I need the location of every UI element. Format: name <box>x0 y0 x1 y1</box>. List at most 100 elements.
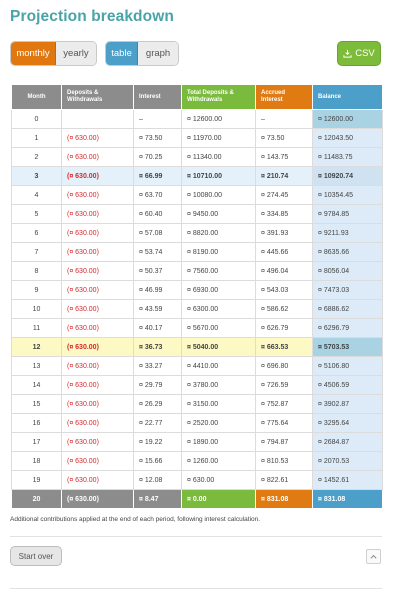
cell-accrued-interest: ¤ 73.50 <box>255 128 313 148</box>
chevron-up-icon <box>370 554 377 559</box>
cell-interest: ¤ 33.27 <box>133 356 182 376</box>
cell-month: 6 <box>11 223 62 243</box>
cell-deposits: (¤ 630.00) <box>61 166 134 186</box>
graph-option[interactable]: graph <box>138 42 178 65</box>
cell-deposits: (¤ 630.00) <box>61 375 134 395</box>
scroll-to-top-button[interactable] <box>366 549 381 564</box>
table-row: 4 (¤ 630.00) ¤ 63.70 ¤ 10080.00 ¤ 274.45 ¤ 10… <box>11 185 383 205</box>
monthly-option[interactable]: monthly <box>11 42 56 65</box>
cell-deposits: (¤ 630.00) <box>61 280 134 300</box>
cell-month: 19 <box>11 470 62 490</box>
cell-balance: ¤ 2070.53 <box>312 451 383 471</box>
cell-deposits: (¤ 630.00) <box>61 242 134 262</box>
cell-accrued-interest: ¤ 696.80 <box>255 356 313 376</box>
cell-balance: ¤ 4506.59 <box>312 375 383 395</box>
cell-accrued-interest: ¤ 210.74 <box>255 166 313 186</box>
cell-deposits: (¤ 630.00) <box>61 185 134 205</box>
header-total-deposits: Total Deposits & Withdrawals <box>181 84 256 110</box>
cell-month: 3 <box>11 166 62 186</box>
cell-accrued-interest: ¤ 663.53 <box>255 337 313 357</box>
cell-total-deposits: ¤ 9450.00 <box>181 204 256 224</box>
cell-month: 0 <box>11 109 62 129</box>
cell-interest: ¤ 36.73 <box>133 337 182 357</box>
cell-month: 14 <box>11 375 62 395</box>
cell-deposits: (¤ 630.00) <box>61 394 134 414</box>
cell-total-deposits: ¤ 630.00 <box>181 470 256 490</box>
table-row: 3 (¤ 630.00) ¤ 66.99 ¤ 10710.00 ¤ 210.74 ¤ 10… <box>11 166 383 186</box>
cell-month: 9 <box>11 280 62 300</box>
cell-balance: ¤ 8056.04 <box>312 261 383 281</box>
cell-balance: ¤ 12600.00 <box>312 109 383 129</box>
cell-balance: ¤ 1452.61 <box>312 470 383 490</box>
table-row: 12 (¤ 630.00) ¤ 36.73 ¤ 5040.00 ¤ 663.53 ¤ 57… <box>11 337 383 357</box>
cell-total-deposits: ¤ 1890.00 <box>181 432 256 452</box>
cell-interest: – <box>133 109 182 129</box>
page-title: Projection breakdown <box>10 8 174 25</box>
total-cell-accrued-interest: ¤ 831.08 <box>255 489 313 509</box>
cell-accrued-interest: ¤ 274.45 <box>255 185 313 205</box>
cell-total-deposits: ¤ 1260.00 <box>181 451 256 471</box>
table-row: 0– ¤ 12600.00– ¤ 12600.00 <box>11 109 383 129</box>
cell-total-deposits: ¤ 10710.00 <box>181 166 256 186</box>
cell-month: 11 <box>11 318 62 338</box>
cell-month: 2 <box>11 147 62 167</box>
cell-interest: ¤ 70.25 <box>133 147 182 167</box>
cell-deposits: (¤ 630.00) <box>61 413 134 433</box>
download-icon <box>343 49 352 58</box>
divider <box>10 536 382 537</box>
cell-balance: ¤ 8635.66 <box>312 242 383 262</box>
cell-accrued-interest: ¤ 391.93 <box>255 223 313 243</box>
cell-total-deposits: ¤ 8190.00 <box>181 242 256 262</box>
cell-deposits: (¤ 630.00) <box>61 470 134 490</box>
table-row: 16 (¤ 630.00) ¤ 22.77 ¤ 2520.00 ¤ 775.64 ¤ 32… <box>11 413 383 433</box>
cell-total-deposits: ¤ 8820.00 <box>181 223 256 243</box>
cell-accrued-interest: ¤ 496.04 <box>255 261 313 281</box>
cell-accrued-interest: ¤ 810.53 <box>255 451 313 471</box>
cell-interest: ¤ 60.40 <box>133 204 182 224</box>
cell-interest: ¤ 46.99 <box>133 280 182 300</box>
cell-deposits: (¤ 630.00) <box>61 204 134 224</box>
start-over-button[interactable]: Start over <box>10 546 62 566</box>
cell-deposits <box>61 109 134 129</box>
cell-month: 13 <box>11 356 62 376</box>
cell-accrued-interest: ¤ 794.87 <box>255 432 313 452</box>
cell-deposits: (¤ 630.00) <box>61 432 134 452</box>
cell-total-deposits: ¤ 11340.00 <box>181 147 256 167</box>
cell-accrued-interest: ¤ 543.03 <box>255 280 313 300</box>
cell-total-deposits: ¤ 5040.00 <box>181 337 256 357</box>
cell-accrued-interest: ¤ 726.59 <box>255 375 313 395</box>
cell-total-deposits: ¤ 4410.00 <box>181 356 256 376</box>
cell-month: 5 <box>11 204 62 224</box>
cell-balance: ¤ 12043.50 <box>312 128 383 148</box>
table-row: 6 (¤ 630.00) ¤ 57.08 ¤ 8820.00 ¤ 391.93 ¤ 921… <box>11 223 383 243</box>
cell-deposits: (¤ 630.00) <box>61 128 134 148</box>
table-row: 7 (¤ 630.00) ¤ 53.74 ¤ 8190.00 ¤ 445.66 ¤ 863… <box>11 242 383 262</box>
cell-balance: ¤ 10354.45 <box>312 185 383 205</box>
table-header-row: Month Deposits & Withdrawals Interest To… <box>11 84 383 110</box>
cell-deposits: (¤ 630.00) <box>61 147 134 167</box>
table-row: 11 (¤ 630.00) ¤ 40.17 ¤ 5670.00 ¤ 626.79 ¤ 62… <box>11 318 383 338</box>
projection-table: Month Deposits & Withdrawals Interest To… <box>11 84 383 509</box>
csv-download-button[interactable]: CSV <box>337 41 381 66</box>
cell-accrued-interest: ¤ 334.85 <box>255 204 313 224</box>
cell-balance: ¤ 11483.75 <box>312 147 383 167</box>
table-option[interactable]: table <box>106 42 139 65</box>
total-cell-balance: ¤ 831.08 <box>312 489 383 509</box>
cell-accrued-interest: ¤ 752.87 <box>255 394 313 414</box>
cell-accrued-interest: ¤ 586.62 <box>255 299 313 319</box>
view-toggle: table graph <box>105 41 179 66</box>
yearly-option[interactable]: yearly <box>55 42 96 65</box>
cell-month: 10 <box>11 299 62 319</box>
header-deposits: Deposits & Withdrawals <box>61 84 134 110</box>
cell-deposits: (¤ 630.00) <box>61 356 134 376</box>
header-accrued-interest: Accrued Interest <box>255 84 313 110</box>
cell-interest: ¤ 53.74 <box>133 242 182 262</box>
cell-month: 12 <box>11 337 62 357</box>
cell-month: 15 <box>11 394 62 414</box>
cell-interest: ¤ 50.37 <box>133 261 182 281</box>
cell-balance: ¤ 9784.85 <box>312 204 383 224</box>
table-row: 10 (¤ 630.00) ¤ 43.59 ¤ 6300.00 ¤ 586.62 ¤ 68… <box>11 299 383 319</box>
cell-month: 7 <box>11 242 62 262</box>
table-row: 18 (¤ 630.00) ¤ 15.66 ¤ 1260.00 ¤ 810.53 ¤ 20… <box>11 451 383 471</box>
cell-interest: ¤ 29.79 <box>133 375 182 395</box>
